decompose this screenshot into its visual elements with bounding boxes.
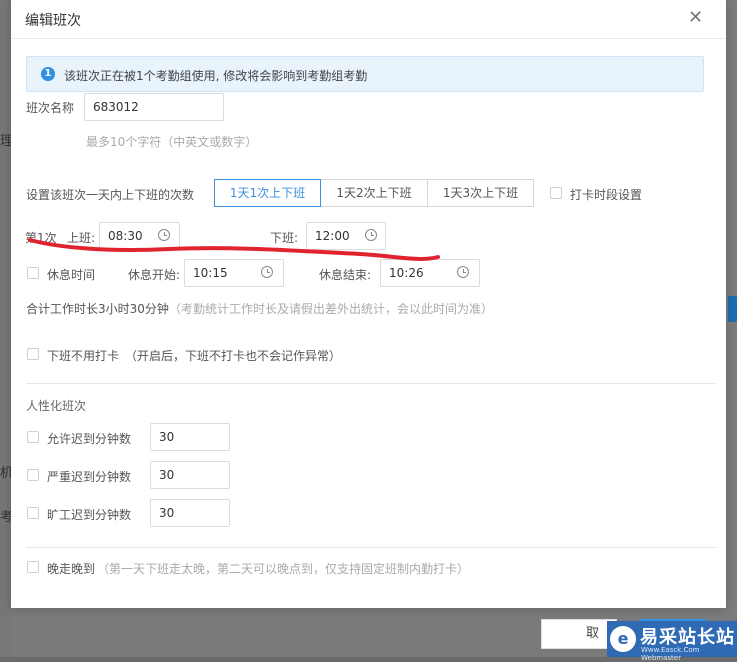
option-three-times-per-day[interactable]: 1天3次上下班 <box>427 179 534 207</box>
absence-late-input[interactable]: 30 <box>150 499 230 527</box>
punch-period-checkbox[interactable] <box>550 187 562 199</box>
absence-late-label: 旷工迟到分钟数 <box>47 508 132 522</box>
option-once-per-day[interactable]: 1天1次上下班 <box>214 179 321 207</box>
shift-name-input[interactable]: 683012 <box>84 93 224 121</box>
times-per-day-label: 设置该班次一天内上下班的次数 <box>26 188 195 202</box>
option-twice-per-day[interactable]: 1天2次上下班 <box>320 179 428 207</box>
late-leave-label: 晚走晚到 <box>47 562 96 576</box>
edit-shift-dialog: 编辑班次 ✕ 1 该班次正在被1个考勤组使用, 修改将会影响到考勤组考勤 班次名… <box>11 0 726 608</box>
allow-late-input[interactable]: 30 <box>150 423 230 451</box>
watermark-logo-icon: e <box>610 626 636 652</box>
no-punch-off-checkbox[interactable] <box>27 348 39 360</box>
info-icon: 1 <box>41 67 55 81</box>
on-duty-time-input[interactable]: 08:30 <box>99 222 180 250</box>
clock-icon <box>457 266 469 278</box>
rest-start-value: 10:15 <box>193 266 228 280</box>
serious-late-label: 严重迟到分钟数 <box>47 470 132 484</box>
late-leave-hint: （第一天下班走太晚，第二天可以晚点到，仅支持固定班制内勤打卡） <box>97 562 470 576</box>
rest-end-input[interactable]: 10:26 <box>380 259 480 287</box>
rest-start-label: 休息开始: <box>128 268 181 282</box>
site-watermark: e 易采站长站 Www.Easck.Com Webmaster <box>607 621 737 662</box>
absence-late-checkbox[interactable] <box>27 507 39 519</box>
divider <box>26 383 716 384</box>
background-left-strip <box>0 0 11 657</box>
rest-end-label: 休息结束: <box>319 268 372 282</box>
clock-icon <box>261 266 273 278</box>
no-punch-off-label: 下班不用打卡 <box>47 349 120 363</box>
dialog-header: 编辑班次 ✕ <box>11 0 726 39</box>
divider <box>26 547 716 548</box>
watermark-url: Www.Easck.Com Webmaster <box>641 646 700 662</box>
cancel-button[interactable]: 取 <box>541 619 617 649</box>
on-duty-label: 上班: <box>67 231 96 245</box>
first-shift-label: 第1次 <box>25 231 57 245</box>
serious-late-checkbox[interactable] <box>27 469 39 481</box>
total-work-hours: 合计工作时长3小时30分钟 <box>26 302 169 316</box>
rest-time-label: 休息时间 <box>47 268 96 282</box>
punch-period-label: 打卡时段设置 <box>570 188 643 202</box>
shift-name-label: 班次名称 <box>26 101 75 115</box>
rest-end-value: 10:26 <box>389 266 424 280</box>
close-icon[interactable]: ✕ <box>688 7 703 28</box>
total-work-hours-hint: （考勤统计工作时长及请假出差外出统计，会以此时间为准） <box>169 302 494 316</box>
usage-notice: 1 该班次正在被1个考勤组使用, 修改将会影响到考勤组考勤 <box>26 56 704 92</box>
serious-late-input[interactable]: 30 <box>150 461 230 489</box>
no-punch-off-hint: （开启后，下班不打卡也不会记作异常） <box>125 349 342 363</box>
late-leave-checkbox[interactable] <box>27 561 39 573</box>
background-blue-tab <box>728 296 737 322</box>
humanized-heading: 人性化班次 <box>26 399 87 413</box>
notice-text: 该班次正在被1个考勤组使用, 修改将会影响到考勤组考勤 <box>64 69 368 83</box>
off-duty-time-value: 12:00 <box>315 229 350 243</box>
off-duty-time-input[interactable]: 12:00 <box>306 222 386 250</box>
allow-late-checkbox[interactable] <box>27 431 39 443</box>
clock-icon <box>365 229 377 241</box>
shift-name-hint: 最多10个字符（中英文或数字） <box>86 135 258 149</box>
off-duty-label: 下班: <box>270 231 299 245</box>
rest-time-checkbox[interactable] <box>27 267 39 279</box>
allow-late-label: 允许迟到分钟数 <box>47 432 132 446</box>
clock-icon <box>158 229 170 241</box>
background-right-strip <box>726 0 737 657</box>
dialog-title: 编辑班次 <box>25 13 81 29</box>
on-duty-time-value: 08:30 <box>108 229 143 243</box>
rest-start-input[interactable]: 10:15 <box>184 259 284 287</box>
